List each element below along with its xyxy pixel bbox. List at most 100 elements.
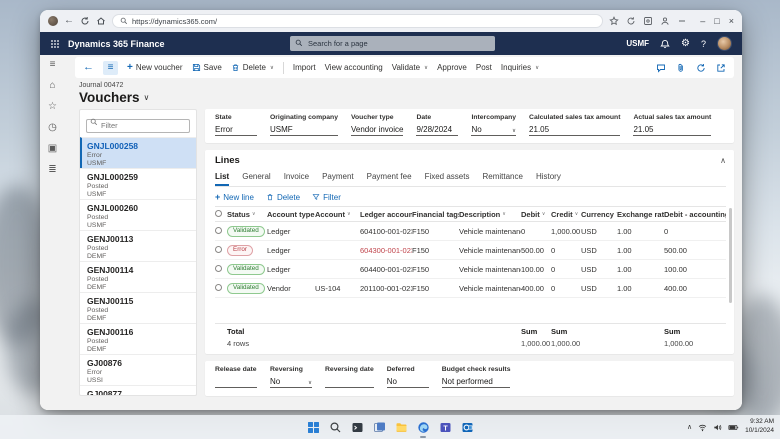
column-header[interactable]: Account type ∨ bbox=[267, 210, 315, 219]
rail-icon[interactable]: ☆ bbox=[48, 102, 57, 112]
lines-tab[interactable]: Payment bbox=[322, 170, 354, 186]
voucher-list-item[interactable]: GENJ00116 Posted DEMF bbox=[80, 323, 196, 354]
more-menu-icon[interactable] bbox=[677, 16, 687, 26]
cell-debit[interactable]: 100.00 bbox=[521, 265, 551, 274]
lines-tab[interactable]: Remittance bbox=[482, 170, 522, 186]
rail-icon[interactable]: ▣ bbox=[48, 144, 57, 154]
task-view-icon[interactable] bbox=[372, 420, 386, 434]
cell-credit[interactable]: 0 bbox=[551, 246, 581, 255]
close-button[interactable]: × bbox=[729, 16, 734, 26]
cell-currency[interactable]: USD bbox=[581, 265, 617, 274]
new-line-button[interactable]: +New line bbox=[215, 192, 254, 202]
file-explorer-icon[interactable] bbox=[394, 420, 408, 434]
cell-exchange-rate[interactable]: 1.00 bbox=[617, 265, 664, 274]
cell-exchange-rate[interactable]: 1.00 bbox=[617, 284, 664, 293]
cell-credit[interactable]: 0 bbox=[551, 284, 581, 293]
column-header[interactable]: Currency ∨ bbox=[581, 210, 617, 219]
cell-debit-accounting[interactable]: 500.00 bbox=[664, 246, 726, 255]
cell-debit-accounting[interactable]: 100.00 bbox=[664, 265, 726, 274]
settings-gear-icon[interactable]: ⚙ bbox=[681, 39, 690, 49]
field-input[interactable]: No ∨ bbox=[387, 375, 429, 388]
post-button[interactable]: Post bbox=[476, 63, 492, 72]
voucher-list-item[interactable]: GENJ00115 Posted DEMF bbox=[80, 292, 196, 323]
cell-debit[interactable]: 500.00 bbox=[521, 246, 551, 255]
column-header[interactable]: Ledger account ∨ bbox=[360, 210, 412, 219]
cell-description[interactable]: Vehicle maintenance bbox=[459, 284, 521, 293]
lines-tab[interactable]: Invoice bbox=[284, 170, 309, 186]
column-header[interactable]: Debit ∨ bbox=[521, 210, 551, 219]
cell-account-type[interactable]: Ledger bbox=[267, 227, 315, 236]
rail-icon[interactable]: ≣ bbox=[48, 165, 56, 175]
rail-icon[interactable]: ⌂ bbox=[49, 81, 55, 91]
view-accounting-button[interactable]: View accounting bbox=[325, 63, 383, 72]
cell-financial-tags[interactable]: F150 bbox=[412, 246, 459, 255]
search-icon[interactable] bbox=[328, 420, 342, 434]
terminal-app-icon[interactable] bbox=[350, 420, 364, 434]
cell-account[interactable]: US-104 bbox=[315, 284, 360, 293]
rail-icon[interactable]: ◷ bbox=[48, 123, 57, 133]
open-in-new-window-icon[interactable] bbox=[716, 63, 726, 73]
field-input[interactable]: USMF ∨ bbox=[270, 123, 338, 136]
voucher-list-item[interactable]: GNJL000259 Posted USMF bbox=[80, 168, 196, 199]
lines-tab[interactable]: Payment fee bbox=[367, 170, 412, 186]
tray-expand-chevron-icon[interactable]: ∧ bbox=[687, 423, 692, 431]
teams-icon[interactable]: T bbox=[438, 420, 452, 434]
field-input[interactable]: Not performed ∨ bbox=[442, 375, 511, 388]
voucher-list-item[interactable]: GNJL000260 Posted USMF bbox=[80, 199, 196, 230]
profile-icon[interactable] bbox=[660, 16, 670, 26]
lines-tab[interactable]: General bbox=[242, 170, 270, 186]
row-select-radio[interactable] bbox=[215, 284, 222, 291]
volume-icon[interactable] bbox=[713, 423, 722, 432]
cell-account-type[interactable]: Ledger bbox=[267, 246, 315, 255]
lines-tab[interactable]: Fixed assets bbox=[425, 170, 470, 186]
sync-icon[interactable] bbox=[626, 16, 636, 26]
rail-icon[interactable]: ≡ bbox=[50, 60, 56, 70]
cell-ledger-account[interactable]: 604100-001-023 bbox=[360, 227, 412, 236]
cell-debit-accounting[interactable]: 400.00 bbox=[664, 284, 726, 293]
filter-input[interactable] bbox=[86, 119, 190, 133]
cell-ledger-account[interactable]: 201100-001-023 bbox=[360, 284, 412, 293]
vertical-scrollbar[interactable] bbox=[729, 208, 732, 303]
cell-description[interactable]: Vehicle maintenance bbox=[459, 265, 521, 274]
collapse-chevron-icon[interactable]: ∧ bbox=[720, 156, 726, 165]
chevron-down-icon[interactable]: ∨ bbox=[512, 128, 516, 134]
cell-credit[interactable]: 1,000.00 bbox=[551, 227, 581, 236]
voucher-list-item[interactable]: GENJ00114 Posted DEMF bbox=[80, 261, 196, 292]
field-input[interactable]: Error ∨ bbox=[215, 123, 257, 136]
page-search-input[interactable] bbox=[290, 36, 495, 51]
refresh-icon[interactable] bbox=[80, 16, 90, 26]
maximize-button[interactable]: □ bbox=[714, 16, 719, 26]
field-input[interactable]: ∨ bbox=[215, 375, 257, 388]
cell-currency[interactable]: USD bbox=[581, 284, 617, 293]
home-icon[interactable] bbox=[96, 16, 106, 26]
import-button[interactable]: Import bbox=[293, 63, 316, 72]
address-bar[interactable]: https://dynamics365.com/ bbox=[112, 14, 603, 28]
cell-financial-tags[interactable]: F150 bbox=[412, 265, 459, 274]
help-icon[interactable]: ? bbox=[701, 39, 706, 49]
cell-ledger-account[interactable]: 604300-001-023 bbox=[360, 246, 412, 255]
field-input[interactable]: 21.05 ∨ bbox=[529, 123, 620, 136]
column-header[interactable]: Financial tags ∨ bbox=[412, 210, 459, 219]
lines-tab[interactable]: History bbox=[536, 170, 561, 186]
taskbar-clock[interactable]: 9:32 AM 10/1/2024 bbox=[745, 418, 774, 436]
minimize-button[interactable]: – bbox=[700, 16, 705, 26]
save-button[interactable]: Save bbox=[192, 63, 222, 72]
column-header[interactable]: Description ∨ bbox=[459, 210, 521, 219]
wifi-icon[interactable] bbox=[698, 423, 707, 432]
refresh-icon[interactable] bbox=[696, 63, 706, 73]
cell-description[interactable]: Vehicle maintenance bbox=[459, 246, 521, 255]
delete-line-button[interactable]: Delete bbox=[266, 193, 300, 202]
back-icon[interactable]: ← bbox=[64, 16, 74, 26]
chevron-down-icon[interactable]: ∨ bbox=[144, 93, 150, 102]
notifications-bell-icon[interactable] bbox=[660, 39, 670, 49]
voucher-list-item[interactable]: GENJ00113 Posted DEMF bbox=[80, 230, 196, 261]
toggle-list-pane-button[interactable]: ≡ bbox=[103, 61, 118, 75]
company-selector[interactable]: USMF bbox=[626, 39, 649, 48]
table-row[interactable]: Validated Ledger 604400-001-023 F150 Veh… bbox=[215, 260, 726, 279]
field-input[interactable]: 21.05 ∨ bbox=[633, 123, 711, 136]
table-row[interactable]: Validated Ledger 604100-001-023 F150 Veh… bbox=[215, 222, 726, 241]
extensions-icon[interactable] bbox=[643, 16, 653, 26]
field-input[interactable]: No ∨ bbox=[270, 375, 312, 388]
validate-button[interactable]: Validate∨ bbox=[392, 63, 428, 72]
message-bar-icon[interactable] bbox=[656, 63, 666, 73]
